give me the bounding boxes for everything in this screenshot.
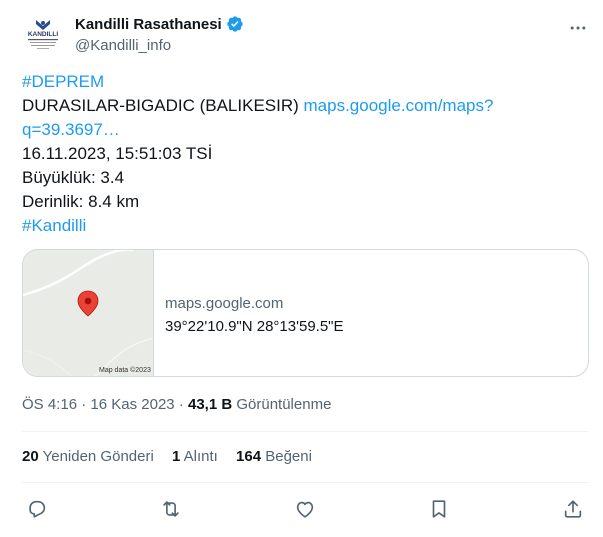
meta-separator: · [81, 396, 91, 413]
hashtag-kandilli[interactable]: #Kandilli [22, 214, 582, 238]
author-name-row: Kandilli Rasathanesi [75, 15, 244, 33]
map-attribution: Map data ©2023 [99, 367, 151, 374]
map-thumbnail[interactable]: Map data ©2023 [23, 250, 154, 376]
likes-count: 164 [236, 448, 262, 465]
tweet-time[interactable]: ÖS 4:16 [22, 396, 77, 413]
share-button[interactable] [558, 494, 588, 524]
more-options-icon[interactable] [568, 18, 588, 38]
likes-label: Beğeni [265, 448, 312, 465]
card-coordinates: 39°22'10.9"N 28°13'59.5"E [165, 318, 344, 335]
retweet-button[interactable] [156, 494, 186, 524]
share-icon [564, 500, 582, 518]
retweets-label: Yeniden Gönderi [42, 448, 154, 465]
tweet-date[interactable]: 16 Kas 2023 [90, 396, 174, 413]
heart-icon [296, 501, 314, 518]
avatar-text: KANDILLI [28, 31, 59, 38]
retweets-stat[interactable]: 20 Yeniden Gönderi [22, 448, 158, 465]
like-button[interactable] [290, 494, 320, 524]
divider [22, 482, 589, 483]
maps-link-part2[interactable]: q=39.3697… [22, 118, 582, 142]
maps-link-part1[interactable]: maps.google.com/maps? [304, 96, 494, 115]
hashtag-deprem[interactable]: #DEPREM [22, 70, 582, 94]
author-handle[interactable]: @Kandilli_info [75, 37, 171, 54]
views-count: 43,1 B [187, 396, 233, 413]
views-label: Görüntülenme [236, 396, 332, 413]
tweet-location: DURASILAR-BIGADIC (BALIKESIR) [22, 96, 299, 115]
card-domain: maps.google.com [165, 295, 284, 312]
divider [22, 431, 589, 432]
likes-stat[interactable]: 164 Beğeni [236, 448, 312, 465]
tweet-magnitude: Büyüklük: 3.4 [22, 168, 125, 187]
tweet-depth: Derinlik: 8.4 km [22, 192, 140, 211]
bookmark-button[interactable] [424, 494, 454, 524]
quotes-label: Alıntı [183, 448, 218, 465]
link-preview-card[interactable]: Map data ©2023 maps.google.com 39°22'10.… [22, 249, 589, 377]
tweet-meta: ÖS 4:16 · 16 Kas 2023 · 43,1 B Görüntüle… [22, 396, 331, 413]
quotes-count: 1 [171, 448, 181, 465]
tweet-text: #DEPREM DURASILAR-BIGADIC (BALIKESIR) ma… [22, 70, 582, 238]
author-display-name[interactable]: Kandilli Rasathanesi [75, 16, 222, 33]
quotes-stat[interactable]: 1 Alıntı [172, 448, 222, 465]
retweet-icon [163, 501, 179, 517]
reply-button[interactable] [22, 494, 52, 524]
meta-separator: · [178, 396, 188, 413]
bookmark-icon [432, 500, 446, 518]
verified-badge-icon[interactable] [226, 15, 244, 33]
tweet-stats: 20 Yeniden Gönderi 1 Alıntı 164 Beğeni [22, 448, 326, 465]
reply-icon [29, 500, 46, 518]
avatar[interactable]: KANDILLI [22, 14, 64, 56]
tweet-location-line: DURASILAR-BIGADIC (BALIKESIR) maps.googl… [22, 94, 582, 118]
retweets-count: 20 [22, 448, 39, 465]
tweet-actions [22, 494, 588, 524]
tweet-datetime: 16.11.2023, 15:51:03 TSİ [22, 144, 213, 163]
tweet-header: KANDILLI Kandilli Rasathanesi @Kandilli_… [22, 12, 592, 60]
